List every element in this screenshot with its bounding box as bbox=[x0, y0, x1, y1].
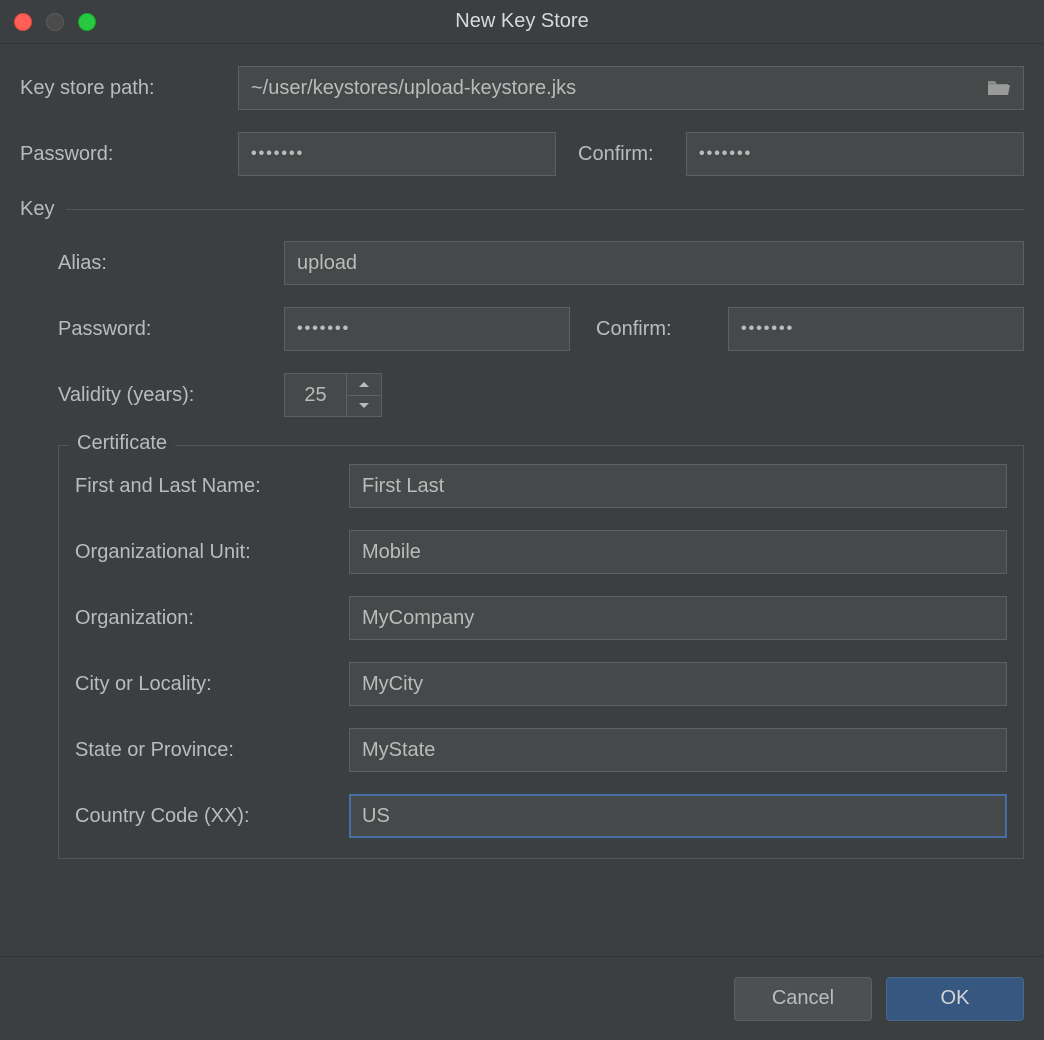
certificate-legend: Certificate bbox=[69, 432, 175, 455]
org-unit-value: Mobile bbox=[362, 541, 421, 564]
keystore-confirm-label: Confirm: bbox=[578, 143, 686, 166]
city-value: MyCity bbox=[362, 673, 423, 696]
keystore-confirm-mask: ••••••• bbox=[699, 145, 752, 163]
chevron-up-icon bbox=[359, 382, 369, 387]
folder-open-icon[interactable] bbox=[985, 78, 1011, 98]
first-last-name-value: First Last bbox=[362, 475, 444, 498]
validity-up-button[interactable] bbox=[347, 374, 381, 396]
window-title: New Key Store bbox=[0, 10, 1044, 33]
key-confirm-mask: ••••••• bbox=[741, 320, 794, 338]
org-label: Organization: bbox=[75, 607, 349, 630]
dialog-footer: Cancel OK bbox=[0, 956, 1044, 1040]
country-input[interactable]: US bbox=[349, 794, 1007, 838]
validity-value[interactable]: 25 bbox=[284, 373, 346, 417]
city-input[interactable]: MyCity bbox=[349, 662, 1007, 706]
state-input[interactable]: MyState bbox=[349, 728, 1007, 772]
chevron-down-icon bbox=[359, 403, 369, 408]
validity-spinner[interactable]: 25 bbox=[284, 373, 382, 417]
org-value: MyCompany bbox=[362, 607, 474, 630]
window-titlebar: New Key Store bbox=[0, 0, 1044, 44]
key-password-label: Password: bbox=[20, 318, 284, 341]
cancel-button[interactable]: Cancel bbox=[734, 977, 872, 1021]
key-confirm-input[interactable]: ••••••• bbox=[728, 307, 1024, 351]
keystore-password-input[interactable]: ••••••• bbox=[238, 132, 556, 176]
keystore-password-mask: ••••••• bbox=[251, 145, 304, 163]
city-label: City or Locality: bbox=[75, 673, 349, 696]
country-value: US bbox=[362, 805, 390, 828]
alias-input[interactable]: upload bbox=[284, 241, 1024, 285]
key-confirm-label: Confirm: bbox=[596, 318, 728, 341]
key-password-input[interactable]: ••••••• bbox=[284, 307, 570, 351]
validity-down-button[interactable] bbox=[347, 396, 381, 417]
alias-value: upload bbox=[297, 252, 357, 275]
validity-label: Validity (years): bbox=[20, 384, 284, 407]
org-input[interactable]: MyCompany bbox=[349, 596, 1007, 640]
key-password-mask: ••••••• bbox=[297, 320, 350, 338]
keystore-path-label: Key store path: bbox=[20, 77, 238, 100]
org-unit-label: Organizational Unit: bbox=[75, 541, 349, 564]
keystore-password-label: Password: bbox=[20, 143, 238, 166]
keystore-path-input[interactable]: ~/user/keystores/upload-keystore.jks bbox=[238, 66, 1024, 110]
org-unit-input[interactable]: Mobile bbox=[349, 530, 1007, 574]
key-section-header: Key bbox=[20, 198, 54, 221]
certificate-fieldset: Certificate First and Last Name: First L… bbox=[58, 445, 1024, 859]
first-last-name-input[interactable]: First Last bbox=[349, 464, 1007, 508]
country-label: Country Code (XX): bbox=[75, 805, 349, 828]
alias-label: Alias: bbox=[20, 252, 284, 275]
section-divider bbox=[66, 209, 1024, 210]
ok-button[interactable]: OK bbox=[886, 977, 1024, 1021]
state-value: MyState bbox=[362, 739, 435, 762]
keystore-confirm-input[interactable]: ••••••• bbox=[686, 132, 1024, 176]
first-last-name-label: First and Last Name: bbox=[75, 475, 349, 498]
keystore-path-value: ~/user/keystores/upload-keystore.jks bbox=[251, 77, 977, 100]
state-label: State or Province: bbox=[75, 739, 349, 762]
